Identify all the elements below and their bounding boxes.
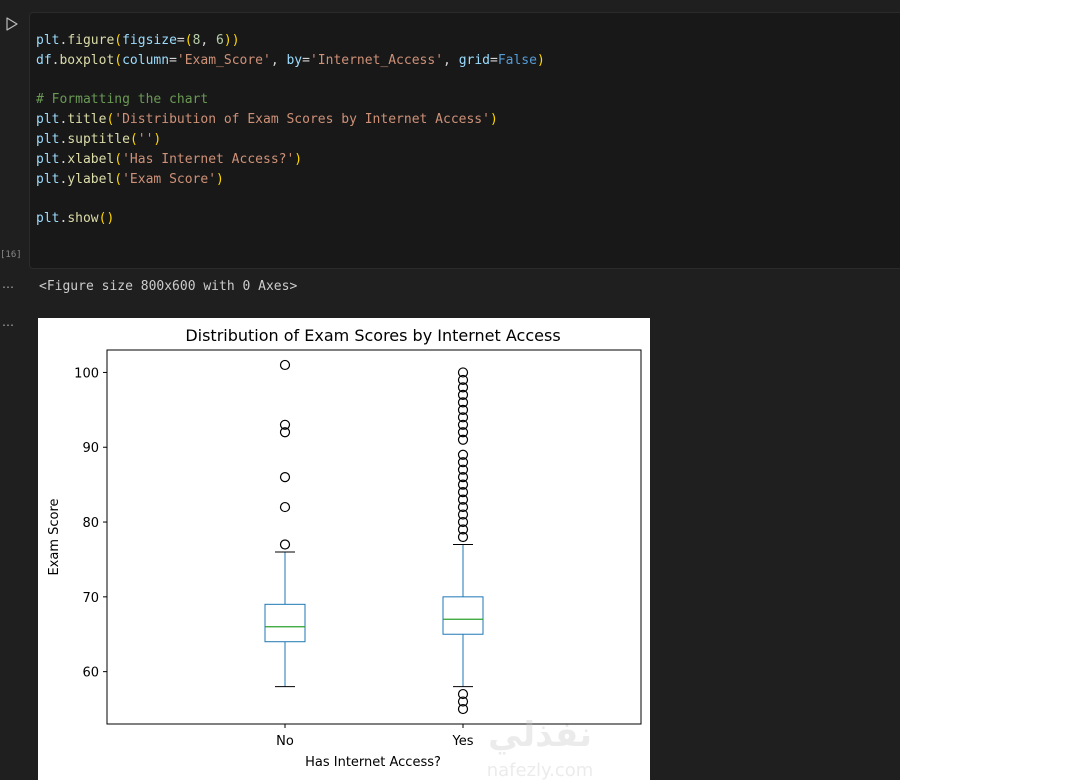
code-token: )) (223, 33, 240, 48)
y-axis-label: Exam Score (47, 498, 62, 575)
code-token: # Formatting the chart (36, 92, 209, 108)
y-tick-label: 90 (82, 441, 99, 456)
code-token: ( (184, 33, 193, 48)
notebook: plt.figure(figsize=(8, 6)) df.boxplot(col… (0, 0, 900, 780)
code-token: 'Exam Score' (122, 171, 217, 187)
y-tick-label: 80 (82, 516, 99, 531)
code-token: plt (36, 151, 60, 167)
iqr-box (442, 596, 484, 635)
watermark-arabic: نفذلي (488, 715, 592, 755)
code-line: df.boxplot(column='Exam_Score', by='Inte… (36, 51, 545, 71)
execution-count: [16] (0, 250, 22, 260)
code-token: ylabel (67, 171, 115, 187)
code-line: plt.ylabel('Exam Score') (36, 170, 545, 190)
code-token: 'Exam_Score' (176, 52, 271, 68)
iqr-box (264, 603, 306, 643)
code-token: boxplot (59, 52, 115, 68)
y-axis: 60 70 80 90 100 (74, 366, 107, 681)
code-token: = (490, 52, 498, 68)
code-token: False (497, 52, 537, 68)
code-line: plt.figure(figsize=(8, 6)) (36, 31, 545, 51)
code-token: ( (114, 52, 123, 68)
code-token: column (122, 52, 170, 68)
code-line: plt.show() (36, 209, 545, 229)
plot-frame (106, 349, 642, 725)
code-token: ( (114, 151, 123, 167)
code-token: () (98, 211, 115, 227)
code-token: , (443, 52, 459, 68)
figure-output: Distribution of Exam Scores by Internet … (38, 318, 650, 780)
code-line: plt.suptitle('') (36, 130, 545, 150)
code-editor[interactable]: plt.figure(figsize=(8, 6)) df.boxplot(col… (36, 31, 545, 229)
code-token: plt (36, 131, 60, 147)
x-axis-label: Has Internet Access? (305, 755, 441, 770)
y-tick-label: 60 (82, 666, 99, 681)
chart-title: Distribution of Exam Scores by Internet … (185, 326, 560, 345)
y-tick-label: 100 (74, 366, 99, 381)
code-token: xlabel (67, 151, 115, 167)
code-token: title (67, 112, 107, 128)
code-token: ) (153, 131, 162, 147)
watermark: نفذلي nafezly.com (487, 715, 594, 780)
code-token: figure (67, 33, 115, 48)
outlier-point (279, 501, 291, 513)
x-axis: No Yes (276, 724, 474, 749)
output-menu-icon[interactable]: ⋯ (2, 318, 15, 332)
code-token: figsize (122, 33, 177, 48)
run-cell-icon[interactable] (4, 16, 20, 32)
code-token: , (270, 52, 287, 68)
code-token: 6 (216, 33, 224, 48)
code-token: 'Has Internet Access?' (122, 151, 295, 167)
code-token: ) (536, 52, 545, 68)
outlier-point (279, 359, 291, 371)
code-token: = (302, 52, 310, 68)
code-line: plt.title('Distribution of Exam Scores b… (36, 110, 545, 130)
outlier-point (279, 539, 291, 550)
code-token: ) (489, 112, 498, 128)
code-token: ( (114, 33, 123, 48)
outlier-point (279, 472, 291, 483)
code-token: plt (36, 112, 60, 128)
code-token: , (200, 33, 217, 48)
code-token: plt (36, 211, 60, 227)
watermark-latin: nafezly.com (487, 760, 594, 780)
code-token: suptitle (67, 131, 130, 147)
boxplot-chart: Distribution of Exam Scores by Internet … (47, 326, 642, 780)
x-tick-label: Yes (452, 734, 474, 749)
code-token: by (286, 52, 303, 68)
code-token: ) (294, 151, 303, 167)
output-text: <Figure size 800x600 with 0 Axes> (39, 279, 298, 294)
code-token: = (176, 33, 185, 48)
code-token: plt (36, 171, 60, 187)
x-tick-label: No (276, 734, 294, 749)
code-line: # Formatting the chart (36, 90, 545, 110)
code-token: ( (114, 171, 123, 187)
code-line: plt.xlabel('Has Internet Access?') (36, 150, 545, 170)
code-token: = (169, 52, 177, 68)
code-token: plt (36, 33, 60, 48)
y-tick-label: 70 (82, 591, 99, 606)
page-background (900, 0, 1082, 780)
code-token: 'Distribution of Exam Scores by Internet… (114, 112, 490, 128)
code-token: show (67, 211, 99, 227)
code-token: grid (458, 52, 490, 68)
box-no (264, 359, 306, 688)
box-yes (442, 367, 484, 715)
code-token: df (36, 52, 52, 68)
code-token: 'Internet_Access' (309, 52, 444, 68)
output-menu-icon[interactable]: ⋯ (2, 280, 15, 294)
code-token: ( (129, 131, 138, 147)
code-token: '' (137, 131, 154, 147)
boxes (264, 359, 484, 715)
code-token: ) (216, 171, 224, 187)
